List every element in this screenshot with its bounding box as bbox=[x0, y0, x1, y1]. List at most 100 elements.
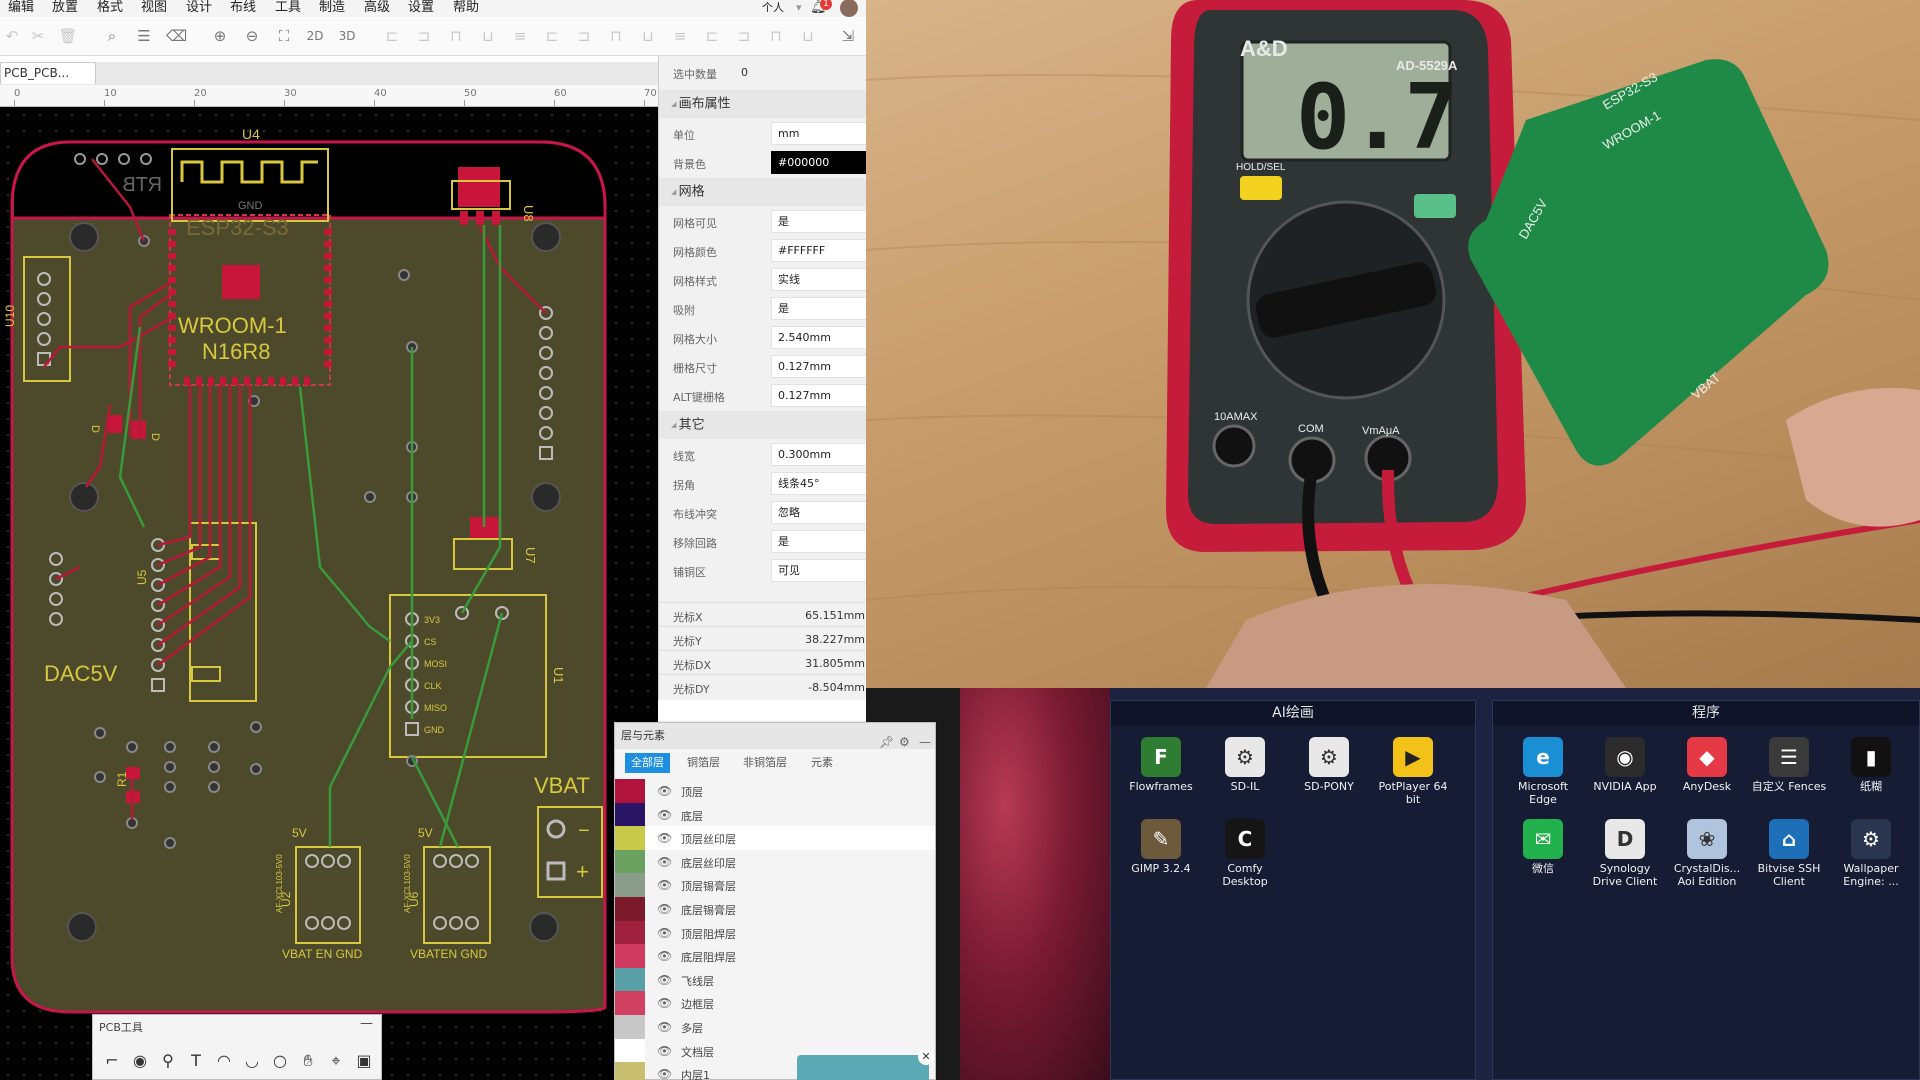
desktop-shortcut[interactable]: ⚙ SD-PONY bbox=[1289, 737, 1369, 817]
desktop-shortcut[interactable]: ⌂ Bitvise SSH Client bbox=[1749, 819, 1829, 899]
desktop-shortcut[interactable]: ▶ PotPlayer 64 bit bbox=[1373, 737, 1453, 817]
layer-color-swatch[interactable] bbox=[615, 849, 645, 874]
desktop-shortcut[interactable]: F Flowframes bbox=[1121, 737, 1201, 817]
layer-row[interactable]: 👁︎ 底层阻焊层 bbox=[615, 944, 935, 969]
eye-icon[interactable]: 👁︎ bbox=[657, 855, 672, 869]
background-color-field[interactable]: #000000 bbox=[771, 151, 866, 174]
desktop-shortcut[interactable]: ▮ 纸糊 bbox=[1831, 737, 1911, 817]
eye-icon[interactable]: 👁︎ bbox=[657, 808, 672, 822]
layer-row[interactable]: 👁︎ 飞线层 bbox=[615, 967, 935, 992]
delete-icon[interactable]: 🗑︎ bbox=[58, 26, 78, 46]
hand-icon[interactable]: ✋︎ bbox=[297, 1050, 319, 1072]
text-icon[interactable]: T bbox=[185, 1050, 207, 1072]
pin-icon[interactable]: 📌︎ bbox=[879, 729, 894, 755]
via-icon[interactable]: ◉ bbox=[129, 1050, 151, 1072]
tab-all-layers[interactable]: 全部层 bbox=[625, 753, 670, 773]
fence-size-field[interactable]: 0.127mm bbox=[771, 355, 866, 378]
layer-color-swatch[interactable] bbox=[615, 967, 645, 992]
layer-row[interactable]: 👁︎ 顶层丝印层 bbox=[615, 826, 935, 851]
remove-loop-select[interactable]: 是 bbox=[771, 530, 866, 553]
eye-icon[interactable]: 👁︎ bbox=[657, 1020, 672, 1034]
snap-select[interactable]: 是 bbox=[771, 297, 866, 320]
zoom-in-icon[interactable]: ⊕ bbox=[210, 26, 230, 46]
zoom-out-icon[interactable]: ⊖ bbox=[242, 26, 262, 46]
grid-size-field[interactable]: 2.540mm bbox=[771, 326, 866, 349]
align-icon-9[interactable]: ⊔ bbox=[638, 26, 658, 46]
user-menu[interactable]: 个人 bbox=[762, 0, 784, 16]
menu-edit[interactable]: 编辑 bbox=[8, 0, 34, 16]
eye-icon[interactable]: 👁︎ bbox=[657, 996, 672, 1010]
circle-icon[interactable]: ○ bbox=[269, 1050, 291, 1072]
align-icon-10[interactable]: ≡ bbox=[670, 26, 690, 46]
layer-row[interactable]: 👁︎ 边框层 bbox=[615, 991, 935, 1016]
eye-icon[interactable]: 👁︎ bbox=[657, 1044, 672, 1058]
layer-color-swatch[interactable] bbox=[615, 802, 645, 827]
menu-place[interactable]: 放置 bbox=[52, 0, 78, 16]
tab-non-copper-layers[interactable]: 非铜箔层 bbox=[737, 753, 793, 773]
menu-view[interactable]: 视图 bbox=[141, 0, 167, 16]
close-icon[interactable]: ✕ bbox=[918, 1049, 934, 1065]
layer-row[interactable]: 👁︎ 底层 bbox=[615, 802, 935, 827]
pad-icon[interactable]: ⚲ bbox=[157, 1050, 179, 1072]
search-icon[interactable]: ⌕ bbox=[102, 26, 122, 46]
arc-icon[interactable]: ◠ bbox=[213, 1050, 235, 1072]
measure-icon[interactable]: ⌖ bbox=[325, 1050, 347, 1072]
desktop-shortcut[interactable]: D Synology Drive Client bbox=[1585, 819, 1665, 899]
align-top-icon[interactable]: ⊓ bbox=[446, 26, 466, 46]
menu-tools[interactable]: 工具 bbox=[275, 0, 301, 16]
grid-visible-select[interactable]: 是 bbox=[771, 210, 866, 233]
desktop-shortcut[interactable]: ☰ 自定义 Fences bbox=[1749, 737, 1829, 817]
layer-color-swatch[interactable] bbox=[615, 873, 645, 898]
eye-icon[interactable]: 👁︎ bbox=[657, 902, 672, 916]
line-width-field[interactable]: 0.300mm bbox=[771, 443, 866, 466]
undo-icon[interactable]: ↶ bbox=[2, 26, 22, 46]
desktop-shortcut[interactable]: C Comfy Desktop bbox=[1205, 819, 1285, 899]
menu-help[interactable]: 帮助 bbox=[453, 0, 479, 16]
fit-view-icon[interactable]: ⛶ bbox=[274, 26, 294, 46]
view-2d-button[interactable]: 2D bbox=[302, 26, 328, 46]
distribute-icon[interactable]: ≡ bbox=[510, 26, 530, 46]
eye-icon[interactable]: 👁︎ bbox=[657, 926, 672, 940]
minimize-icon[interactable]: — bbox=[360, 1016, 373, 1031]
notification-toast[interactable] bbox=[797, 1055, 929, 1080]
corner-select[interactable]: 线条45° bbox=[771, 472, 866, 495]
layer-color-swatch[interactable] bbox=[615, 1062, 645, 1080]
eye-icon[interactable]: 👁︎ bbox=[657, 784, 672, 798]
view-3d-button[interactable]: 3D bbox=[334, 26, 360, 46]
tab-elements[interactable]: 元素 bbox=[805, 753, 839, 773]
avatar[interactable] bbox=[840, 0, 858, 17]
desktop-shortcut[interactable]: e Microsoft Edge bbox=[1503, 737, 1583, 817]
desktop-shortcut[interactable]: ✉ 微信 bbox=[1503, 819, 1583, 899]
layer-row[interactable]: 👁︎ 底层丝印层 bbox=[615, 849, 935, 874]
layer-color-swatch[interactable] bbox=[615, 897, 645, 921]
document-tab[interactable]: PCB_PCB... bbox=[0, 62, 96, 84]
eye-icon[interactable]: 👁︎ bbox=[657, 949, 672, 963]
menu-format[interactable]: 格式 bbox=[97, 0, 123, 16]
layer-row[interactable]: 👁︎ 多层 bbox=[615, 1015, 935, 1039]
desktop-shortcut[interactable]: ❀ CrystalDis... Aoi Edition bbox=[1667, 819, 1747, 899]
layer-row[interactable]: 👁︎ 顶层阻焊层 bbox=[615, 920, 935, 945]
layer-color-swatch[interactable] bbox=[615, 1015, 645, 1039]
minimize-icon[interactable]: — bbox=[919, 729, 931, 755]
eye-icon[interactable]: 👁︎ bbox=[657, 973, 672, 987]
desktop-shortcut[interactable]: ◉ NVIDIA App bbox=[1585, 737, 1665, 817]
align-center-icon[interactable]: ⊐ bbox=[414, 26, 434, 46]
align-icon-12[interactable]: ⊐ bbox=[734, 26, 754, 46]
layer-color-swatch[interactable] bbox=[615, 991, 645, 1016]
export-icon[interactable]: ⇲ bbox=[838, 26, 858, 46]
menu-design[interactable]: 设计 bbox=[186, 0, 212, 16]
align-icon-6[interactable]: ⊏ bbox=[542, 26, 562, 46]
align-left-icon[interactable]: ⊏ bbox=[382, 26, 402, 46]
align-icon-14[interactable]: ⊔ bbox=[798, 26, 818, 46]
menu-settings[interactable]: 设置 bbox=[408, 0, 434, 16]
section-grid[interactable]: 网格 bbox=[659, 178, 866, 206]
arc2-icon[interactable]: ◡ bbox=[241, 1050, 263, 1072]
layer-color-swatch[interactable] bbox=[615, 826, 645, 851]
align-icon-13[interactable]: ⊓ bbox=[766, 26, 786, 46]
align-icon-7[interactable]: ⊐ bbox=[574, 26, 594, 46]
image-icon[interactable]: ▣ bbox=[353, 1050, 375, 1072]
grid-color-field[interactable]: #FFFFFF bbox=[771, 239, 866, 262]
align-icon-8[interactable]: ⊓ bbox=[606, 26, 626, 46]
layer-color-swatch[interactable] bbox=[615, 944, 645, 969]
layer-color-swatch[interactable] bbox=[615, 920, 645, 945]
